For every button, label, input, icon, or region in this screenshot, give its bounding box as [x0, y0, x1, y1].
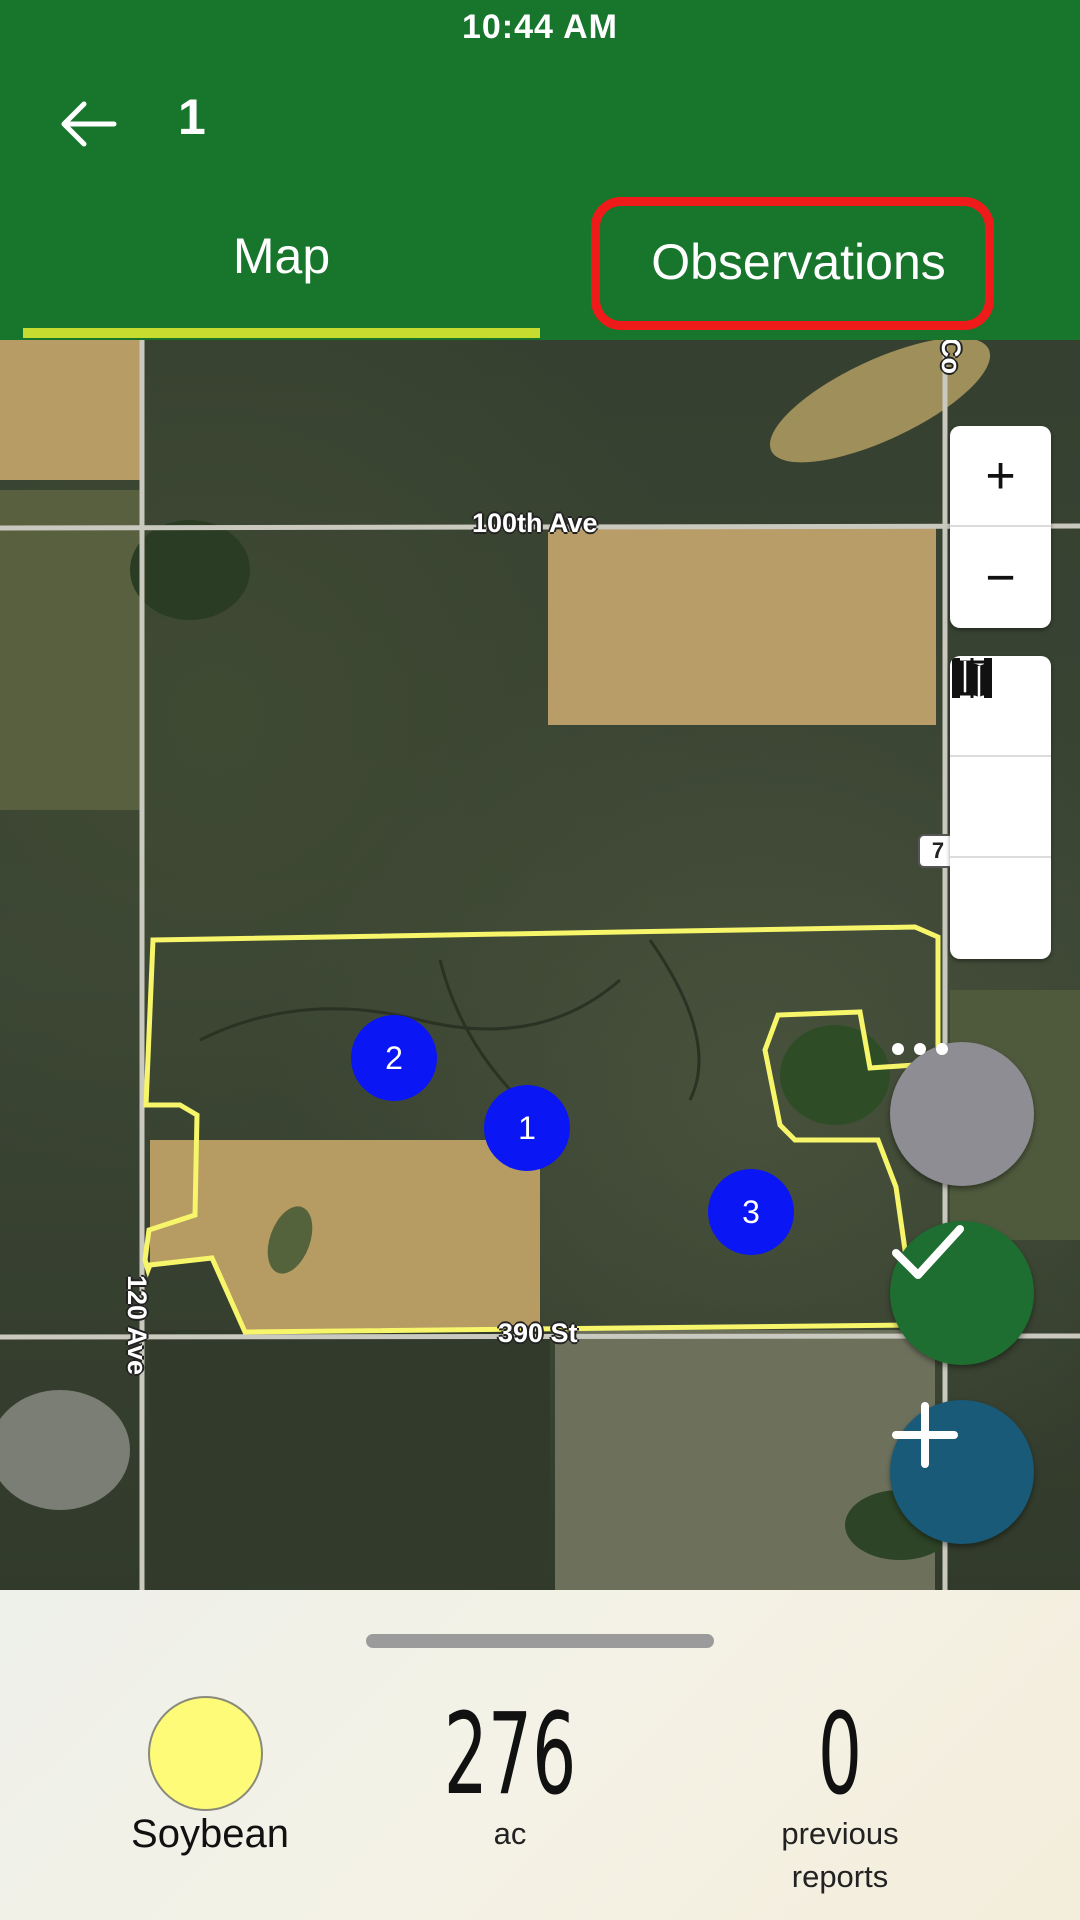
- road-label-county: Co: [936, 340, 966, 374]
- previous-reports-label-line1: previous: [781, 1816, 899, 1851]
- back-button[interactable]: [56, 92, 120, 156]
- field-area-value: 276: [443, 1690, 577, 1820]
- field-area-unit: ac: [493, 1816, 527, 1851]
- map-layers-button[interactable]: [950, 661, 1051, 959]
- zoom-out-button[interactable]: −: [950, 527, 1051, 628]
- status-bar-time: 10:44 AM: [461, 8, 619, 46]
- sheet-drag-handle[interactable]: [366, 1634, 714, 1648]
- app-header: 10:44 AM 1 Map Observations: [0, 0, 1080, 340]
- zoom-to-field-button[interactable]: [950, 658, 1051, 858]
- zoom-controls: + −: [950, 426, 1051, 628]
- previous-reports-count: 0: [817, 1690, 863, 1820]
- page-title: 1: [178, 89, 206, 145]
- ellipsis-icon: [892, 1043, 948, 1055]
- road-label-120-ave: 120 Ave: [122, 1275, 152, 1376]
- tab-observations[interactable]: Observations: [540, 215, 1057, 340]
- zoom-in-button[interactable]: +: [950, 426, 1051, 527]
- tab-map[interactable]: Map: [23, 215, 540, 340]
- crop-name: Soybean: [131, 1812, 289, 1856]
- plus-icon: [892, 1402, 958, 1468]
- observation-marker-1[interactable]: 1: [484, 1085, 570, 1171]
- field-map[interactable]: 100th Ave 390 St 120 Ave Co 7 1 2 3 + −: [0, 340, 1080, 1590]
- previous-reports-label: previous reports: [740, 1812, 940, 1898]
- field-summary-sheet: Soybean 276 ac 0 previous reports: [0, 1590, 1080, 1920]
- add-observation-button[interactable]: [890, 1400, 1034, 1544]
- observation-marker-3[interactable]: 3: [708, 1169, 794, 1255]
- map-layers-icon: [952, 661, 992, 697]
- road-label-100th-ave: 100th Ave: [472, 508, 598, 538]
- selected-tab-indicator: [23, 328, 540, 338]
- observation-marker-2[interactable]: 2: [351, 1015, 437, 1101]
- map-tool-controls: [950, 656, 1051, 959]
- tab-bar: Map Observations: [0, 215, 1080, 340]
- checkmark-icon: [892, 1225, 964, 1279]
- back-arrow-icon: [61, 101, 117, 147]
- more-options-button[interactable]: [890, 1042, 1034, 1186]
- done-button[interactable]: [890, 1221, 1034, 1365]
- road-label-390-st: 390 St: [498, 1318, 578, 1348]
- previous-reports-label-line2: reports: [791, 1859, 889, 1894]
- crop-color-swatch: [148, 1696, 263, 1811]
